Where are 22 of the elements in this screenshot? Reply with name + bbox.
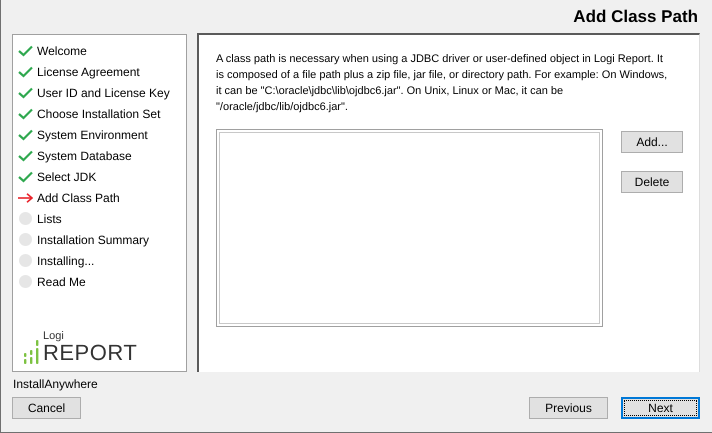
next-button[interactable]: Next [621,397,700,419]
step-label: Choose Installation Set [37,106,160,120]
delete-button[interactable]: Delete [621,171,683,193]
step-label: Read Me [37,274,86,288]
description-text: A class path is necessary when using a JDBC driver or user-defined object in Logi Report. It is composed of a file path plus a zip file, jar file, or directory path. For example: On Windows, it can be "C:\oracle\jdbc\lib\ojdbc6.jar". On Unix, Linux or Mac, it can be "/oracle/jdbc/lib/ojdbc6.jar". [216,52,668,115]
add-button[interactable]: Add... [621,131,683,153]
page-title: Add Class Path [573,6,698,26]
step-label: Lists [37,212,62,226]
step-label: System Database [37,148,132,162]
step-label: Select JDK [37,170,96,184]
step-label: Welcome [37,44,87,58]
cancel-button[interactable]: Cancel [12,397,81,419]
step-label: Installing... [37,254,94,268]
previous-button[interactable]: Previous [529,397,608,419]
logo: Logi REPORT [23,330,186,364]
step-label: License Agreement [37,64,140,78]
step-label: System Environment [37,128,148,142]
vendor-label: InstallAnywhere [13,377,99,392]
step-label: Installation Summary [37,232,150,246]
step-label: User ID and License Key [37,86,170,100]
class-path-list[interactable] [216,129,603,327]
step-label: Add Class Path [37,190,120,204]
